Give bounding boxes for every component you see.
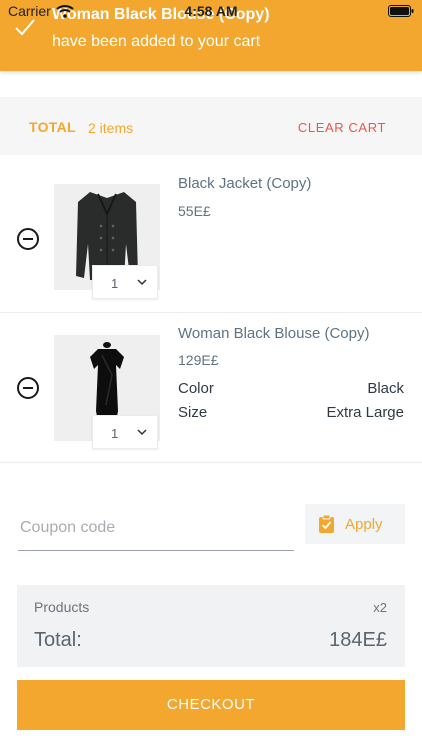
- total-label: TOTAL: [29, 119, 76, 135]
- products-label: Products: [34, 599, 90, 615]
- quantity-dropdown[interactable]: 1: [92, 265, 158, 299]
- attribute-label-size: Size: [178, 404, 208, 421]
- apply-coupon-button[interactable]: Apply: [305, 504, 405, 544]
- total-label: Total:: [34, 629, 82, 651]
- quantity-value: 1: [111, 276, 119, 291]
- cart-item: 1 Black Jacket (Copy) 55E£: [0, 155, 422, 313]
- status-time: 4:58 AM: [184, 3, 238, 19]
- checkout-button[interactable]: CHECKOUT: [17, 680, 405, 730]
- total-value: 184E£: [329, 629, 387, 651]
- remove-item-icon[interactable]: [16, 227, 40, 251]
- product-price: 129E£: [178, 352, 219, 368]
- quantity-value: 1: [111, 426, 119, 441]
- remove-item-icon[interactable]: [16, 376, 40, 400]
- cart-item: 1 Woman Black Blouse (Copy) 129E£ Color …: [0, 313, 422, 463]
- attribute-label-color: Color: [178, 380, 214, 397]
- cart-total-header: TOTAL 2 items CLEAR CART: [0, 97, 422, 155]
- clipboard-check-icon: [319, 515, 334, 533]
- status-bar: Carrier 4:58 AM: [0, 0, 422, 22]
- chevron-down-icon: [137, 279, 147, 286]
- order-summary: Products x2 Total: 184E£: [17, 585, 405, 667]
- apply-label: Apply: [345, 516, 383, 533]
- coupon-code-input[interactable]: [18, 505, 294, 551]
- clear-cart-button[interactable]: CLEAR CART: [298, 120, 386, 135]
- chevron-down-icon: [137, 429, 147, 436]
- battery-icon: [388, 5, 414, 17]
- products-count: x2: [373, 600, 387, 615]
- product-name[interactable]: Black Jacket (Copy): [178, 175, 311, 192]
- product-name[interactable]: Woman Black Blouse (Copy): [178, 325, 369, 342]
- quantity-dropdown[interactable]: 1: [92, 415, 158, 449]
- product-price: 55E£: [178, 203, 211, 219]
- attribute-value-color: Black: [367, 380, 404, 397]
- toast-message: have been added to your cart: [52, 33, 261, 50]
- item-count: 2 items: [88, 120, 134, 136]
- attribute-value-size: Extra Large: [326, 404, 404, 421]
